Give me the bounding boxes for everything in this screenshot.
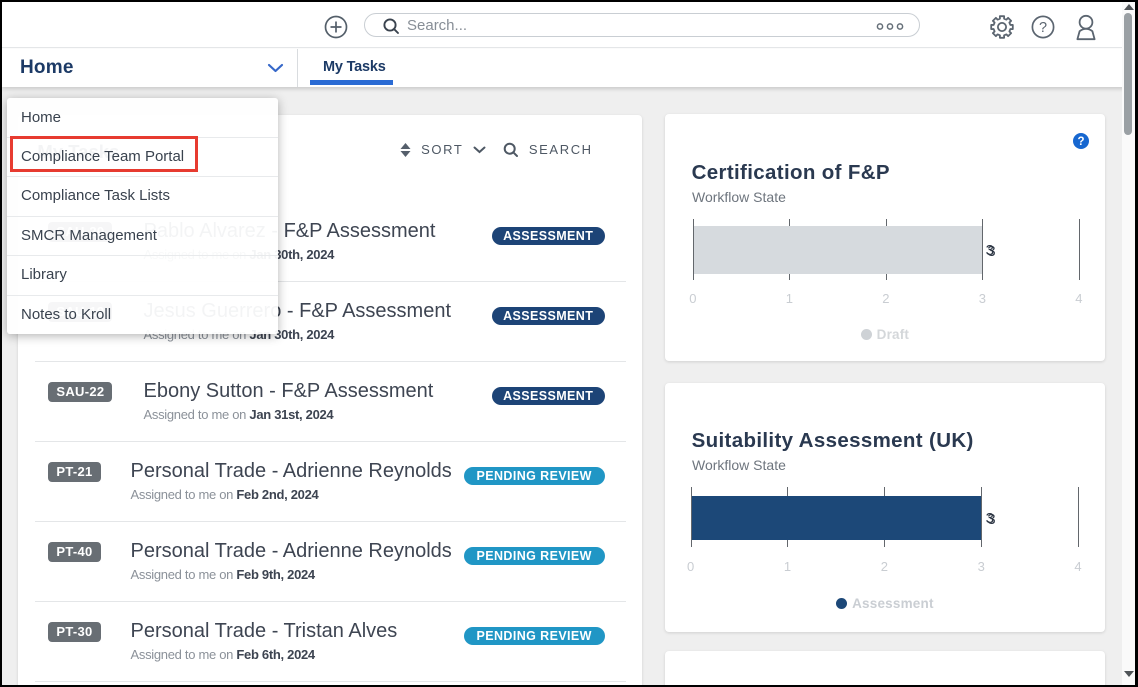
svg-text:?: ? xyxy=(1038,20,1046,36)
svg-text:?: ? xyxy=(1077,137,1084,149)
